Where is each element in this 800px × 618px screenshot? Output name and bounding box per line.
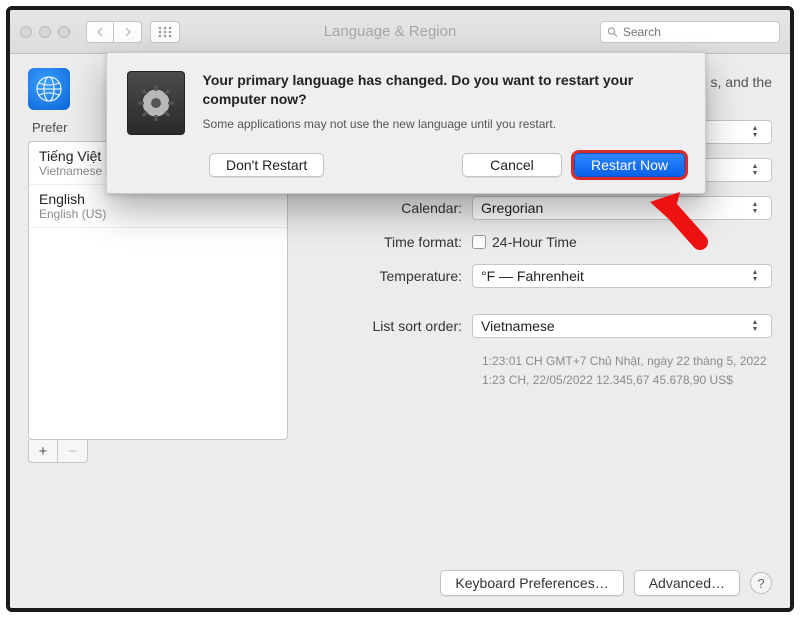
globe-icon [28,68,70,110]
remove-language-button[interactable]: − [58,440,87,462]
chevron-left-icon [96,27,104,37]
calendar-value: Gregorian [481,200,543,216]
back-button[interactable] [86,21,114,43]
plus-icon: + [39,443,48,460]
search-field[interactable] [600,21,780,43]
add-language-button[interactable]: + [29,440,58,462]
traffic-lights [20,26,70,38]
restart-dialog: Your primary language has changed. Do yo… [106,52,706,194]
dialog-subtitle: Some applications may not use the new la… [203,117,685,131]
help-button[interactable]: ? [750,572,772,594]
minus-icon: − [68,443,77,460]
window-toolbar: Language & Region [10,10,790,54]
temperature-select[interactable]: °F — Fahrenheit ▲▼ [472,264,772,288]
stepper-icon: ▲▼ [747,319,763,333]
list-sort-value: Vietnamese [481,318,555,334]
stepper-icon: ▲▼ [747,163,763,177]
24hour-checkbox[interactable] [472,235,486,249]
temperature-value: °F — Fahrenheit [481,268,584,284]
language-sub: English (US) [39,207,277,221]
calendar-select[interactable]: Gregorian ▲▼ [472,196,772,220]
advanced-button[interactable]: Advanced… [634,570,740,596]
show-all-button[interactable] [150,21,180,43]
stepper-icon: ▲▼ [747,125,763,139]
grid-icon [158,26,172,38]
restart-now-button[interactable]: Restart Now [574,153,685,177]
list-sort-label: List sort order: [312,318,472,334]
stepper-icon: ▲▼ [747,201,763,215]
list-sort-select[interactable]: Vietnamese ▲▼ [472,314,772,338]
zoom-window-icon[interactable] [58,26,70,38]
window-title: Language & Region [188,23,592,40]
forward-button[interactable] [114,21,142,43]
24hour-label: 24-Hour Time [492,234,577,250]
search-icon [607,26,618,38]
format-example: 1:23:01 CH GMT+7 Chủ Nhật, ngày 22 tháng… [482,352,772,390]
calendar-label: Calendar: [312,200,472,216]
search-input[interactable] [623,25,773,39]
example-line-2: 1:23 CH, 22/05/2022 12.345,67 45.678,90 … [482,371,772,390]
nav-segment [86,21,142,43]
stepper-icon: ▲▼ [747,269,763,283]
example-line-1: 1:23:01 CH GMT+7 Chủ Nhật, ngày 22 tháng… [482,352,772,371]
close-window-icon[interactable] [20,26,32,38]
minimize-window-icon[interactable] [39,26,51,38]
chevron-right-icon [124,27,132,37]
help-icon: ? [757,576,764,591]
dialog-title: Your primary language has changed. Do yo… [203,71,685,109]
header-description-fragment: s, and the [711,68,773,90]
time-format-label: Time format: [312,234,472,250]
system-preferences-icon [127,71,185,135]
dont-restart-button[interactable]: Don't Restart [209,153,324,177]
keyboard-preferences-button[interactable]: Keyboard Preferences… [440,570,623,596]
cancel-button[interactable]: Cancel [462,153,562,177]
temperature-label: Temperature: [312,268,472,284]
